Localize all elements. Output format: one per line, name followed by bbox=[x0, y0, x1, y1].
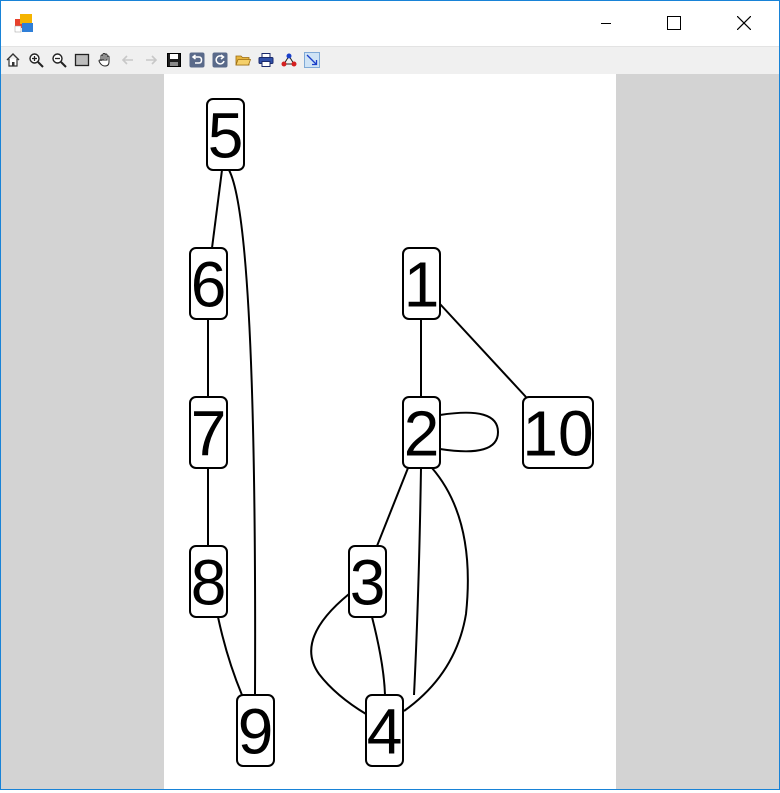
maximize-button[interactable] bbox=[651, 1, 697, 45]
node-label: 6 bbox=[191, 249, 227, 321]
edge-3-4[interactable] bbox=[371, 616, 386, 696]
minimize-icon bbox=[601, 23, 611, 24]
hand-icon[interactable] bbox=[97, 52, 113, 68]
node-4[interactable]: 4 bbox=[365, 694, 404, 768]
back-arrow-icon[interactable] bbox=[120, 52, 136, 68]
app-icon bbox=[14, 14, 33, 33]
folder-open-icon[interactable] bbox=[235, 52, 251, 68]
node-label: 1 bbox=[404, 249, 440, 321]
redo-icon[interactable] bbox=[212, 52, 228, 68]
application-window: 1 2 3 4 5 6 7 8 9 10 bbox=[0, 0, 780, 790]
node-label: 8 bbox=[191, 547, 227, 619]
node-7[interactable]: 7 bbox=[189, 396, 228, 470]
node-label: 10 bbox=[522, 398, 593, 470]
node-label: 5 bbox=[208, 100, 244, 172]
edge-8-9[interactable] bbox=[217, 616, 243, 696]
graph-canvas[interactable]: 1 2 3 4 5 6 7 8 9 10 bbox=[164, 74, 616, 789]
node-5[interactable]: 5 bbox=[206, 98, 245, 172]
node-8[interactable]: 8 bbox=[189, 545, 228, 619]
edge-arrow-icon[interactable] bbox=[304, 52, 320, 68]
node-6[interactable]: 6 bbox=[189, 247, 228, 321]
close-button[interactable] bbox=[721, 1, 767, 45]
edge-2-4-2[interactable] bbox=[403, 467, 469, 712]
edge-2-2[interactable] bbox=[439, 411, 500, 453]
printer-icon[interactable] bbox=[258, 52, 274, 68]
toolbar bbox=[1, 46, 779, 74]
minimize-button[interactable] bbox=[583, 1, 629, 45]
undo-icon[interactable] bbox=[189, 52, 205, 68]
close-icon bbox=[737, 16, 751, 30]
forward-arrow-icon[interactable] bbox=[143, 52, 159, 68]
graph-drawing: 1 2 3 4 5 6 7 8 9 10 bbox=[189, 98, 594, 768]
node-label: 2 bbox=[404, 398, 440, 470]
node-label: 3 bbox=[350, 547, 386, 619]
zoom-in-icon[interactable] bbox=[28, 52, 44, 68]
edge-5-9[interactable] bbox=[228, 169, 257, 696]
save-icon[interactable] bbox=[166, 52, 182, 68]
node-3[interactable]: 3 bbox=[348, 545, 387, 619]
node-label: 7 bbox=[191, 398, 227, 470]
node-2[interactable]: 2 bbox=[402, 396, 441, 470]
edge-2-3[interactable] bbox=[376, 467, 409, 547]
node-10[interactable]: 10 bbox=[522, 396, 594, 470]
edge-2-4[interactable] bbox=[413, 467, 422, 696]
node-9[interactable]: 9 bbox=[236, 694, 275, 768]
zoom-out-icon[interactable] bbox=[51, 52, 67, 68]
fit-rectangle-icon[interactable] bbox=[74, 52, 90, 68]
maximize-icon bbox=[667, 16, 681, 30]
edge-5-6[interactable] bbox=[211, 169, 223, 249]
title-bar[interactable] bbox=[1, 1, 779, 45]
graph-layout-icon[interactable] bbox=[281, 52, 297, 68]
node-1[interactable]: 1 bbox=[402, 247, 441, 321]
node-label: 4 bbox=[367, 696, 403, 768]
edge-1-10[interactable] bbox=[439, 303, 527, 398]
viewer-area[interactable]: 1 2 3 4 5 6 7 8 9 10 bbox=[1, 74, 779, 789]
home-icon[interactable] bbox=[5, 52, 21, 68]
node-label: 9 bbox=[238, 696, 274, 768]
